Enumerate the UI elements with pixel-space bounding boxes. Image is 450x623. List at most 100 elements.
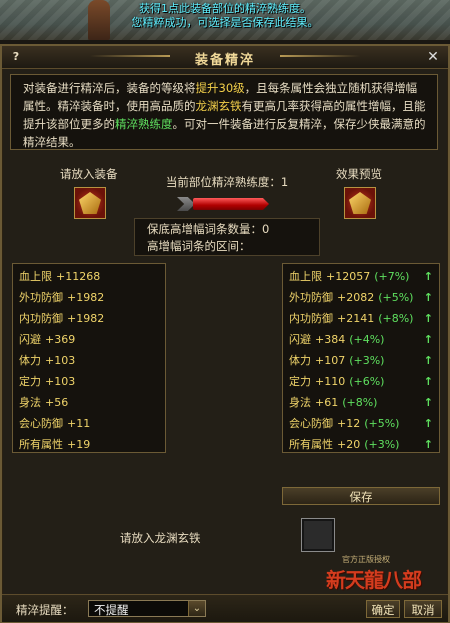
- attribute-row: 身法 +56: [19, 394, 68, 412]
- attribute-value: +11: [67, 417, 91, 430]
- attribute-percent: (+5%): [378, 291, 414, 304]
- attribute-percent: (+4%): [349, 333, 385, 346]
- preview-attribute-row: 身法 +61 (+8%) ↑: [289, 394, 439, 412]
- description-highlight-level: 提升30级: [195, 81, 245, 95]
- current-attributes-panel: 血上限 +11268 外功防御 +1982 内功防御 +1982 闪避 +369 体力 +103 定…: [12, 263, 166, 453]
- attribute-value: +1982: [67, 291, 105, 304]
- attribute-name: 定力: [19, 375, 41, 388]
- reminder-select-value: 不提醒: [94, 603, 129, 617]
- title-ornament-right: [280, 55, 360, 57]
- attribute-value: +12057: [326, 270, 371, 283]
- attribute-value: +107: [315, 354, 346, 367]
- equip-slot-label: 请放入装备: [60, 167, 118, 181]
- close-button[interactable]: ✕: [424, 48, 442, 66]
- attribute-row: 外功防御 +1982: [19, 289, 104, 307]
- up-arrow-icon: ↑: [423, 417, 433, 430]
- preview-attribute-row: 闪避 +384 (+4%) ↑: [289, 331, 439, 349]
- logo-title: 新天龍八部: [326, 568, 422, 592]
- guarantee-count-label: 保底高增幅词条数量：0: [147, 222, 270, 236]
- attribute-name: 身法: [289, 396, 311, 409]
- preview-item-icon: [349, 192, 371, 214]
- equip-refine-window: ? 装备精淬 ✕ 对装备进行精淬后，装备的等级将提升30级，且每条属性会独立随机…: [0, 44, 450, 623]
- attribute-value: +369: [45, 333, 76, 346]
- range-label: 高增幅词条的区间：: [147, 239, 251, 253]
- attribute-name: 体力: [19, 354, 41, 367]
- up-arrow-icon: ↑: [423, 375, 433, 388]
- preview-attribute-row: 会心防御 +12 (+5%) ↑: [289, 415, 439, 433]
- material-label: 请放入龙渊玄铁: [120, 531, 201, 545]
- attribute-value: +11268: [56, 270, 101, 283]
- attribute-name: 会心防御: [289, 417, 333, 430]
- attribute-percent: (+3%): [364, 438, 400, 451]
- attribute-value: +19: [67, 438, 91, 451]
- attribute-value: +110: [315, 375, 346, 388]
- attribute-value: +2141: [337, 312, 375, 325]
- preview-attribute-row: 定力 +110 (+6%) ↑: [289, 373, 439, 391]
- equipment-item-icon: [79, 192, 101, 214]
- reminder-label: 精淬提醒：: [16, 603, 74, 617]
- equip-slot[interactable]: [74, 187, 106, 219]
- up-arrow-icon: ↑: [423, 333, 433, 346]
- attribute-row: 定力 +103: [19, 373, 75, 391]
- preview-attributes-panel: 血上限 +12057 (+7%) ↑ 外功防御 +2082 (+5%) ↑ 内功防御 +2141(…: [282, 263, 440, 453]
- attribute-row: 血上限 +11268: [19, 268, 100, 286]
- attribute-name: 会心防御: [19, 417, 63, 430]
- up-arrow-icon: ↑: [423, 270, 433, 283]
- notification-line-1: 获得1点此装备部位的精淬熟练度。: [139, 2, 311, 15]
- proficiency-label: 当前部位精淬熟练度：1: [165, 175, 289, 189]
- attribute-name: 闪避: [289, 333, 311, 346]
- attribute-percent: (+7%): [374, 270, 410, 283]
- arrow-fill: [193, 198, 269, 210]
- window-title: 装备精淬: [194, 53, 255, 68]
- material-slot[interactable]: [301, 518, 335, 552]
- game-scene-background: 获得1点此装备部位的精淬熟练度。 您精粹成功，可选择是否保存此结果。: [0, 0, 450, 40]
- chevron-down-icon[interactable]: ⌄: [188, 601, 205, 616]
- attribute-name: 内功防御: [289, 312, 333, 325]
- attribute-name: 所有属性: [19, 438, 63, 451]
- attribute-percent: (+5%): [364, 417, 400, 430]
- description-highlight-proficiency: 精淬熟练度: [115, 117, 173, 131]
- attribute-name: 血上限: [19, 270, 52, 283]
- cancel-button[interactable]: 取消: [404, 600, 442, 618]
- preview-slot[interactable]: [344, 187, 376, 219]
- title-bar[interactable]: ? 装备精淬 ✕: [2, 46, 448, 69]
- attribute-row: 内功防御 +1982: [19, 310, 104, 328]
- preview-attribute-row: 体力 +107 (+3%) ↑: [289, 352, 439, 370]
- attribute-row: 所有属性 +19: [19, 436, 90, 454]
- bottom-bar: 精淬提醒： 不提醒 ⌄ 确定 取消: [2, 594, 448, 622]
- attribute-name: 内功防御: [19, 312, 63, 325]
- preview-attribute-row: 外功防御 +2082 (+5%) ↑: [289, 289, 439, 307]
- attribute-name: 血上限: [289, 270, 322, 283]
- attribute-percent: (+8%): [342, 396, 378, 409]
- up-arrow-icon: ↑: [423, 354, 433, 367]
- preview-attribute-row: 血上限 +12057 (+7%) ↑: [289, 268, 439, 286]
- attribute-name: 外功防御: [19, 291, 63, 304]
- description-text: 对装备进行精淬后，装备的等级将: [23, 81, 196, 95]
- preview-slot-label: 效果预览: [336, 167, 382, 181]
- up-arrow-icon: ↑: [423, 291, 433, 304]
- reminder-select[interactable]: 不提醒 ⌄: [88, 600, 206, 617]
- attribute-value: +103: [45, 375, 76, 388]
- attribute-row: 闪避 +369: [19, 331, 75, 349]
- attribute-value: +384: [315, 333, 346, 346]
- attribute-name: 外功防御: [289, 291, 333, 304]
- attribute-value: +61: [315, 396, 339, 409]
- attribute-name: 定力: [289, 375, 311, 388]
- attribute-name: 身法: [19, 396, 41, 409]
- arrow-tail: [177, 197, 195, 211]
- preview-attribute-row: 所有属性 +20 (+3%) ↑: [289, 436, 439, 454]
- description-box: 对装备进行精淬后，装备的等级将提升30级，且每条属性会独立随机获得增幅属性。精淬…: [10, 74, 438, 150]
- confirm-button[interactable]: 确定: [366, 600, 400, 618]
- attribute-name: 体力: [289, 354, 311, 367]
- attribute-name: 所有属性: [289, 438, 333, 451]
- attribute-value: +1982: [67, 312, 105, 325]
- preview-attribute-row: 内功防御 +2141 (+8%) ↑: [289, 310, 439, 328]
- up-arrow-icon: ↑: [423, 396, 433, 409]
- description-highlight-material: 龙渊玄铁: [195, 99, 242, 113]
- attribute-percent: (+6%): [349, 375, 385, 388]
- save-button[interactable]: 保存: [282, 487, 440, 505]
- attribute-value: +12: [337, 417, 361, 430]
- attribute-value: +56: [45, 396, 69, 409]
- up-arrow-icon: ↑: [423, 438, 433, 451]
- attribute-row: 会心防御 +11: [19, 415, 90, 433]
